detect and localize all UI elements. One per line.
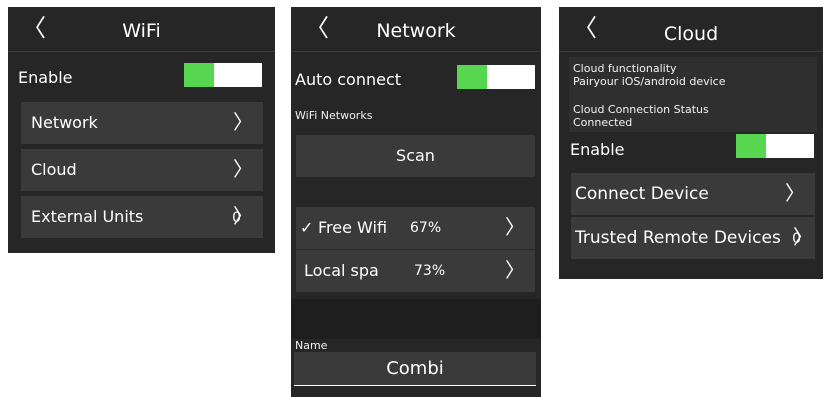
scan-button[interactable]: Scan xyxy=(296,135,535,177)
cloud-enable-toggle[interactable] xyxy=(736,134,814,158)
cloud-screen: 〈 Cloud Cloud functionality Pairyour iOS… xyxy=(559,7,823,279)
trusted-remote-devices-label: Trusted Remote Devices xyxy=(575,228,781,248)
decorative-band xyxy=(291,299,541,339)
wifi-networks-heading: WiFi Networks xyxy=(295,109,373,122)
network-title-bar: 〈 Network xyxy=(291,7,541,52)
cloud-functionality-desc: Pairyour iOS/android device xyxy=(573,75,726,88)
cloud-menu-item[interactable]: Cloud 〉 xyxy=(21,149,263,191)
chevron-right-icon: 〉 xyxy=(233,157,253,181)
toggle-on-indicator xyxy=(457,65,487,89)
enable-label: Enable xyxy=(18,68,73,87)
chevron-right-icon: 〉 xyxy=(233,110,253,134)
enable-toggle[interactable] xyxy=(184,63,262,87)
wifi-screen: 〈 WiFi Enable Network 〉 Cloud 〉 External… xyxy=(8,7,275,253)
cloud-status-value: Connected xyxy=(573,116,633,129)
auto-connect-label: Auto connect xyxy=(295,70,402,89)
network-list-item[interactable]: Local spa 73% 〉 xyxy=(296,250,535,292)
network-check-icon: ✓ xyxy=(300,218,314,237)
network-signal: 73% xyxy=(414,263,446,279)
cloud-status-title: Cloud Connection Status xyxy=(573,103,709,116)
name-field-label: Name xyxy=(295,339,328,352)
network-name: Free Wifi xyxy=(318,218,388,237)
cloud-title-bar: 〈 Cloud xyxy=(559,7,823,52)
name-input-field[interactable]: Combi xyxy=(294,352,536,386)
page-title: WiFi xyxy=(122,20,161,42)
page-title: Network xyxy=(376,20,456,42)
toggle-on-indicator xyxy=(184,63,214,87)
network-signal: 67% xyxy=(410,220,442,236)
connect-device-menu-item[interactable]: Connect Device 〉 xyxy=(571,173,815,215)
cloud-item-label: Cloud xyxy=(31,160,77,179)
chevron-right-icon: 〉 xyxy=(785,181,805,205)
chevron-right-icon: 〉 xyxy=(793,225,813,249)
connect-device-label: Connect Device xyxy=(575,184,709,204)
cloud-functionality-title: Cloud functionality xyxy=(573,62,677,75)
external-units-menu-item[interactable]: External Units 0 〉 xyxy=(21,196,263,238)
network-list-item[interactable]: ✓ Free Wifi 67% 〉 xyxy=(296,207,535,249)
page-title: Cloud xyxy=(663,23,719,45)
wifi-title-bar: 〈 WiFi xyxy=(8,7,275,52)
chevron-right-icon: 〉 xyxy=(233,204,253,228)
network-screen: 〈 Network Auto connect WiFi Networks Sca… xyxy=(291,7,541,397)
network-item-label: Network xyxy=(31,113,98,132)
trusted-remote-devices-menu-item[interactable]: Trusted Remote Devices 0 〉 xyxy=(571,217,815,259)
name-input-value: Combi xyxy=(386,358,444,379)
scan-button-label: Scan xyxy=(396,146,435,165)
external-units-item-label: External Units xyxy=(31,207,144,226)
chevron-right-icon: 〉 xyxy=(505,215,525,239)
network-name: Local spa xyxy=(304,261,379,280)
chevron-right-icon: 〉 xyxy=(505,258,525,282)
auto-connect-toggle[interactable] xyxy=(457,65,535,89)
enable-label: Enable xyxy=(570,140,625,159)
network-menu-item[interactable]: Network 〉 xyxy=(21,102,263,144)
toggle-on-indicator xyxy=(736,134,766,158)
